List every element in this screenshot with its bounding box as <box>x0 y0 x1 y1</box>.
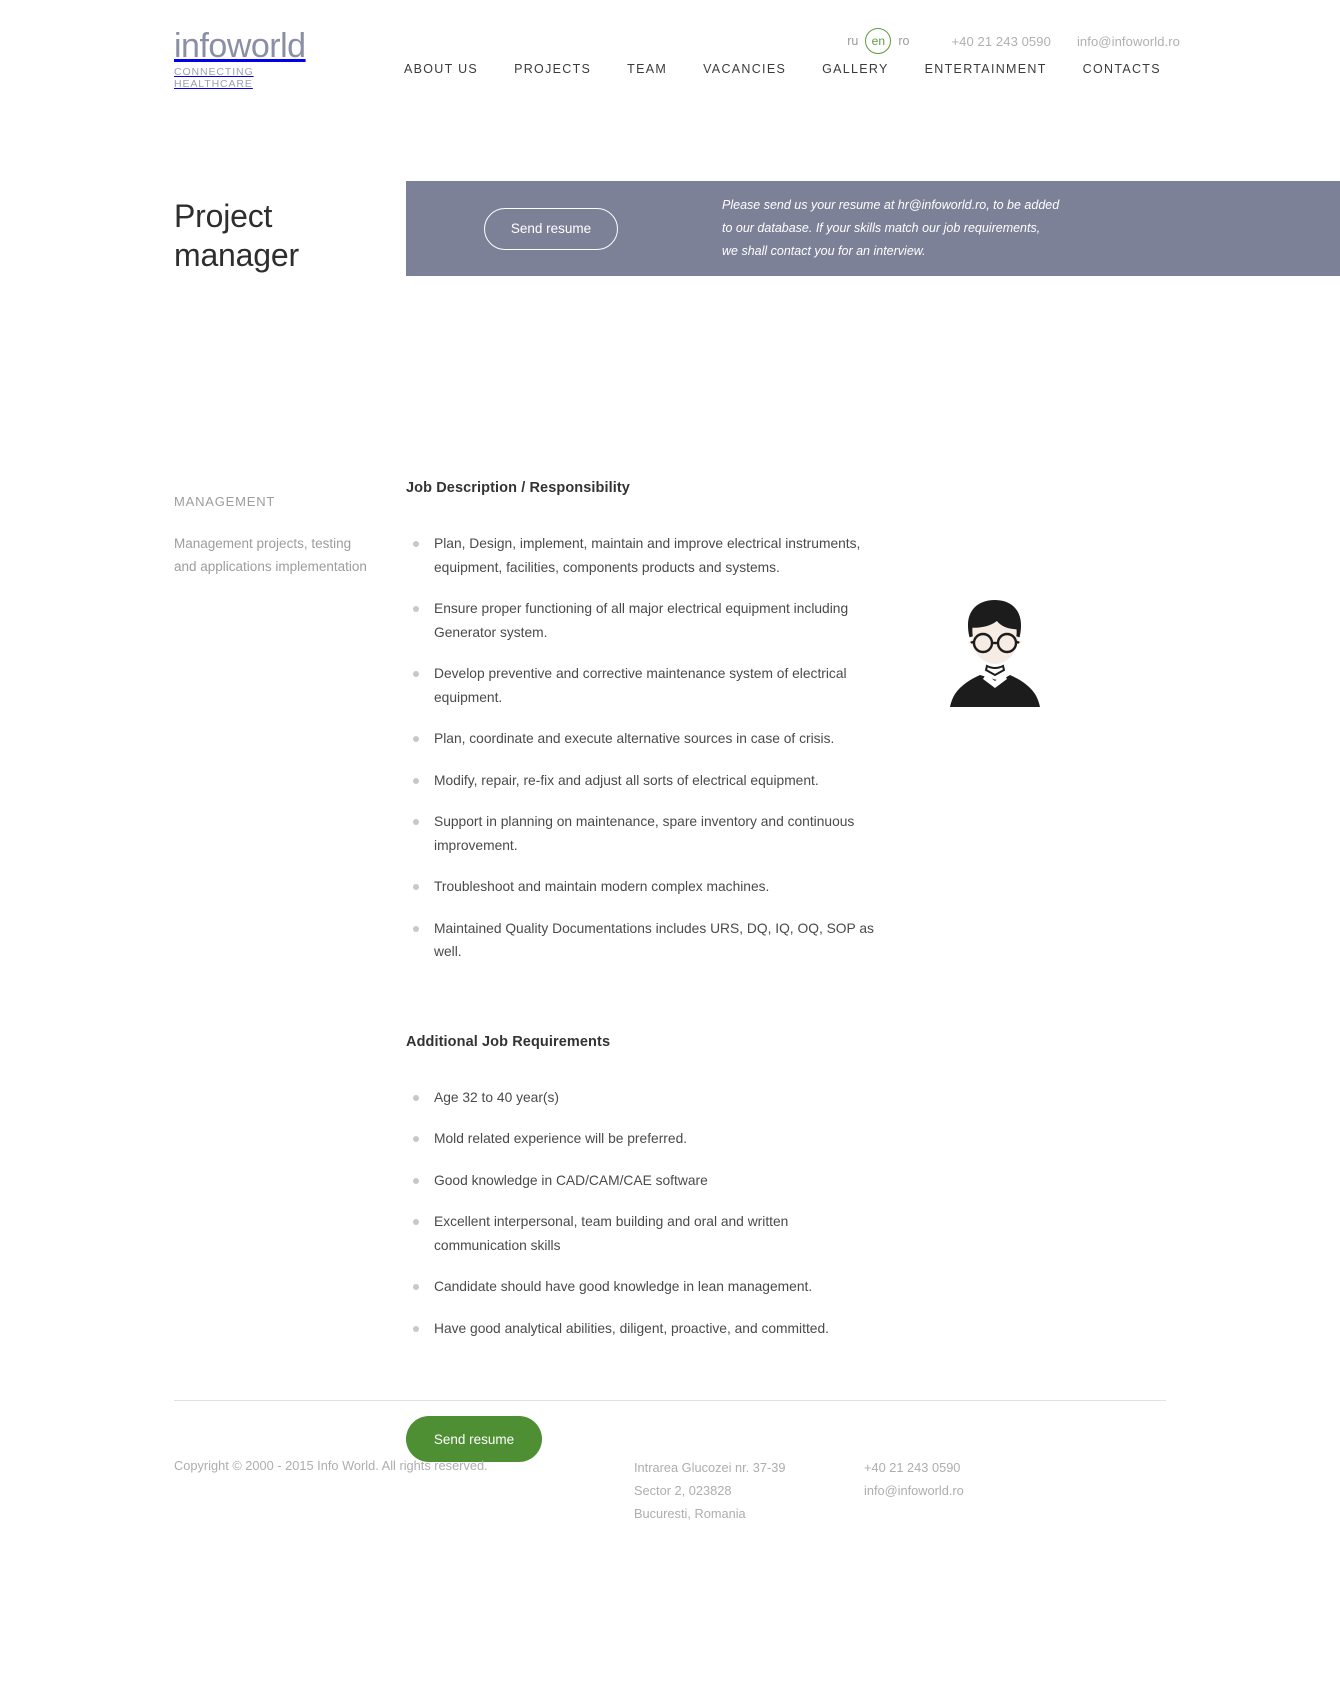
job-category-description: Management projects, testing and applica… <box>174 536 367 574</box>
language-option-ru[interactable]: ru <box>847 34 858 48</box>
footer-contact: +40 21 243 0590 info@infoworld.ro <box>864 1456 964 1525</box>
list-item: Modify, repair, re-fix and adjust all so… <box>406 769 876 793</box>
job-description-title: Job Description / Responsibility <box>406 480 630 496</box>
list-item: Plan, coordinate and execute alternative… <box>406 727 876 751</box>
hero-note-line-2: to our database. If your skills match ou… <box>722 221 1041 235</box>
main-navigation: ABOUT US PROJECTS TEAM VACANCIES GALLERY… <box>404 62 1161 76</box>
job-category: MANAGEMENT <box>174 494 276 509</box>
page-root: infoworld CONNECTING HEALTHCARE ru en ro… <box>0 0 1340 1700</box>
hero-note-line-1: Please send us your resume at hr@infowor… <box>722 198 1060 212</box>
footer-phone[interactable]: +40 21 243 0590 <box>864 1456 964 1479</box>
list-item: Have good analytical abilities, diligent… <box>406 1317 876 1341</box>
list-item: Age 32 to 40 year(s) <box>406 1086 876 1110</box>
logo-tagline: CONNECTING HEALTHCARE <box>174 66 254 90</box>
hero-send-resume-button[interactable]: Send resume <box>484 207 618 250</box>
footer-email[interactable]: info@infoworld.ro <box>864 1483 964 1498</box>
nav-item-team[interactable]: TEAM <box>627 62 667 76</box>
nav-item-projects[interactable]: PROJECTS <box>514 62 591 76</box>
list-item: Candidate should have good knowledge in … <box>406 1275 876 1299</box>
site-footer: Copyright © 2000 - 2015 Info World. All … <box>0 1400 1340 1700</box>
job-description-list: Plan, Design, implement, maintain and im… <box>406 532 876 964</box>
list-item: Good knowledge in CAD/CAM/CAE software <box>406 1169 876 1193</box>
footer-copyright: Copyright © 2000 - 2015 Info World. All … <box>174 1458 488 1473</box>
job-requirements-list: Age 32 to 40 year(s) Mold related experi… <box>406 1086 876 1341</box>
language-option-ro[interactable]: ro <box>898 34 909 48</box>
header-email[interactable]: info@infoworld.ro <box>1077 34 1180 49</box>
hero-note: Please send us your resume at hr@infowor… <box>722 194 1059 263</box>
hero-banner: Send resume Please send us your resume a… <box>406 181 1340 276</box>
list-item: Plan, Design, implement, maintain and im… <box>406 532 876 579</box>
footer-divider <box>174 1400 1166 1401</box>
list-item: Ensure proper functioning of all major e… <box>406 597 876 644</box>
avatar-illustration <box>940 595 1050 725</box>
content-area: MANAGEMENT Management projects, testing … <box>0 290 1340 1522</box>
footer-address-line-2: Sector 2, 023828 <box>634 1483 732 1498</box>
job-requirements-title: Additional Job Requirements <box>406 1033 611 1050</box>
list-item: Develop preventive and corrective mainte… <box>406 662 876 709</box>
job-sidebar: MANAGEMENT Management projects, testing … <box>174 494 374 578</box>
footer-address-line-1: Intrarea Glucozei nr. 37-39 <box>634 1460 786 1475</box>
logo[interactable]: infoworld CONNECTING HEALTHCARE <box>174 28 334 90</box>
list-item: Maintained Quality Documentations includ… <box>406 917 876 964</box>
nav-item-about-us[interactable]: ABOUT US <box>404 62 478 76</box>
list-item: Support in planning on maintenance, spar… <box>406 810 876 857</box>
hero-note-line-3: we shall contact you for an interview. <box>722 244 926 258</box>
language-switcher: ru en ro <box>847 28 909 54</box>
list-item: Troubleshoot and maintain modern complex… <box>406 875 876 899</box>
nav-item-entertainment[interactable]: ENTERTAINMENT <box>925 62 1047 76</box>
job-details: Job Description / Responsibility Plan, D… <box>406 290 876 1340</box>
logo-wordmark: infoworld <box>174 27 306 65</box>
list-item: Mold related experience will be preferre… <box>406 1127 876 1151</box>
page-title: Project manager <box>174 198 299 274</box>
nav-item-vacancies[interactable]: VACANCIES <box>703 62 786 76</box>
nav-item-gallery[interactable]: GALLERY <box>822 62 889 76</box>
footer-address-line-3: Bucuresti, Romania <box>634 1506 746 1521</box>
top-utility-bar: ru en ro +40 21 243 0590 info@infoworld.… <box>847 28 1180 54</box>
list-item: Excellent interpersonal, team building a… <box>406 1210 876 1257</box>
language-option-en[interactable]: en <box>865 28 892 54</box>
site-header: infoworld CONNECTING HEALTHCARE ru en ro… <box>0 0 1340 110</box>
hero-section: Project manager Send resume Please send … <box>0 170 1340 290</box>
header-phone[interactable]: +40 21 243 0590 <box>951 34 1050 49</box>
footer-address: Intrarea Glucozei nr. 37-39 Sector 2, 02… <box>634 1456 864 1525</box>
nav-item-contacts[interactable]: CONTACTS <box>1083 62 1161 76</box>
